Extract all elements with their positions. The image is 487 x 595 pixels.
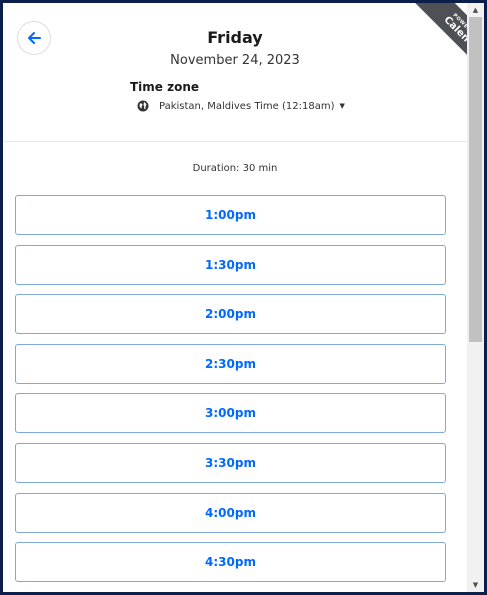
scheduling-panel: Friday November 24, 2023 Time zone Pakis… (3, 3, 467, 592)
time-slot-list: 1:00pm 1:30pm 2:00pm 2:30pm 3:00pm 3:30p… (15, 195, 446, 592)
time-slot-button[interactable]: 4:30pm (15, 542, 446, 583)
timezone-label: Time zone (130, 80, 200, 94)
time-slot-button[interactable]: 3:30pm (15, 442, 446, 483)
powered-by-ribbon[interactable]: POWERED BY Calendly (387, 3, 467, 83)
time-slot-button[interactable]: 3:00pm (15, 393, 446, 434)
calendly-badge: POWERED BY Calendly (405, 3, 467, 83)
scroll-down-icon[interactable]: ▼ (467, 578, 484, 592)
time-slot-button[interactable]: 2:00pm (15, 294, 446, 335)
time-slot-button[interactable]: 1:30pm (15, 244, 446, 285)
time-slot-button[interactable]: 2:30pm (15, 343, 446, 384)
globe-icon (137, 100, 149, 112)
duration-text: Duration: 30 min (192, 163, 278, 174)
vertical-scrollbar[interactable]: ▲ ▼ (467, 3, 484, 592)
caret-down-icon: ▼ (339, 102, 345, 110)
timezone-select[interactable]: Pakistan, Maldives Time (12:18am) ▼ (137, 100, 345, 112)
scrollbar-thumb[interactable] (469, 17, 482, 342)
scroll-up-icon[interactable]: ▲ (467, 3, 484, 17)
timezone-value: Pakistan, Maldives Time (12:18am) (159, 100, 335, 112)
time-slot-button[interactable]: 1:00pm (15, 195, 446, 235)
time-slot-button[interactable]: 4:00pm (15, 492, 446, 533)
booking-window: Friday November 24, 2023 Time zone Pakis… (3, 3, 484, 592)
